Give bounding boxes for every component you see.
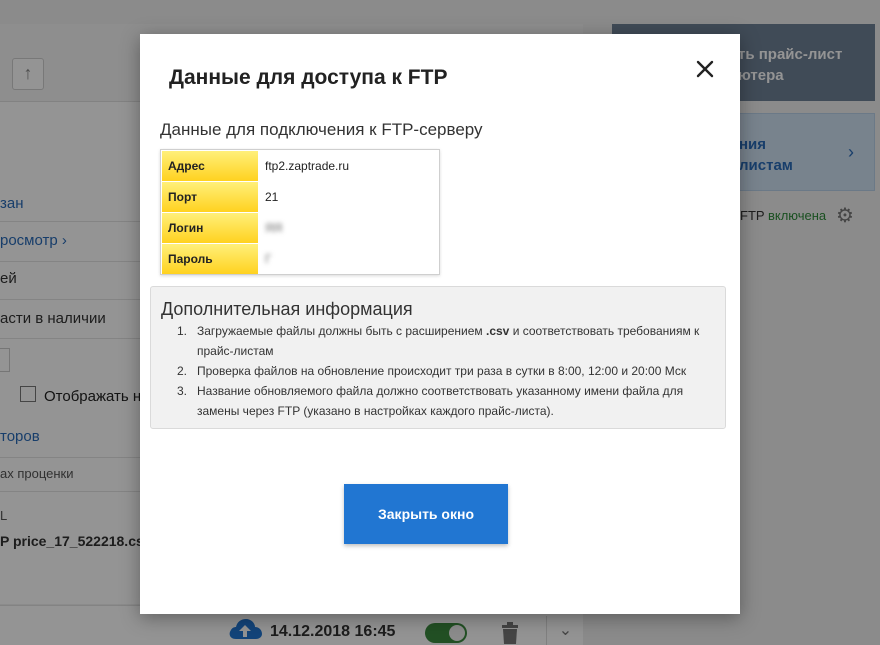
info-list: 1. Загружаемые файлы должны быть с расши…: [177, 321, 717, 421]
credential-value-redacted: Г: [265, 252, 272, 266]
credential-key: Порт: [162, 182, 258, 212]
info-item: 2. Проверка файлов на обновление происхо…: [177, 361, 717, 381]
close-window-button[interactable]: Закрыть окно: [344, 484, 508, 544]
credentials-table: Адрес ftp2.zaptrade.ru Порт 21 Логин ЯЯ …: [160, 149, 440, 275]
info-item-number: 1.: [177, 324, 188, 338]
credential-key: Адрес: [162, 151, 258, 181]
credential-row-address: Адрес ftp2.zaptrade.ru: [162, 151, 438, 182]
credential-value: ftp2.zaptrade.ru: [265, 159, 350, 173]
info-item-text: Загружаемые файлы должны быть с расширен…: [197, 324, 486, 338]
info-title: Дополнительная информация: [161, 299, 413, 319]
info-item-number: 3.: [177, 384, 188, 398]
additional-info-box: Дополнительная информация 1. Загружаемые…: [150, 286, 726, 429]
info-item-text: Название обновляемого файла должно соотв…: [197, 384, 684, 418]
info-item: 1. Загружаемые файлы должны быть с расши…: [177, 321, 717, 361]
dialog-title: Данные для доступа к FTP: [169, 66, 448, 89]
credential-key: Логин: [162, 213, 258, 243]
close-icon[interactable]: [692, 56, 718, 82]
credential-value: 21: [265, 190, 279, 204]
credential-key: Пароль: [162, 244, 258, 274]
credential-row-login: Логин ЯЯ: [162, 213, 438, 244]
credential-row-port: Порт 21: [162, 182, 438, 213]
connection-section-title: Данные для подключения к FTP-серверу: [160, 120, 483, 139]
info-item-number: 2.: [177, 364, 188, 378]
credential-value-redacted: ЯЯ: [265, 221, 283, 235]
ftp-access-dialog: Данные для доступа к FTP Данные для подк…: [140, 34, 740, 614]
info-item-bold: .csv: [486, 324, 510, 338]
info-item-text: Проверка файлов на обновление происходит…: [197, 364, 687, 378]
credential-row-password: Пароль Г: [162, 244, 438, 275]
info-item: 3. Название обновляемого файла должно со…: [177, 381, 717, 421]
